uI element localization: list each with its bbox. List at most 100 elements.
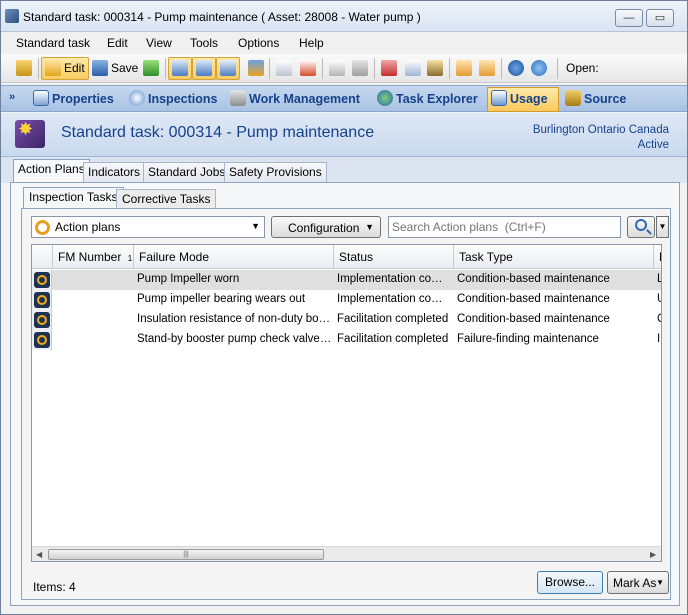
nav-task-explorer-label: Task Explorer bbox=[396, 92, 478, 106]
cell-task-type: Failure-finding maintenance bbox=[457, 333, 599, 345]
app-icon bbox=[5, 9, 19, 23]
maximize-button[interactable]: ▭ bbox=[646, 9, 674, 27]
search-options-dropdown[interactable]: ▼ bbox=[656, 216, 669, 238]
column-failure-mode[interactable]: Failure Mode bbox=[134, 245, 334, 269]
toolbar-separator bbox=[165, 58, 166, 79]
row-header bbox=[32, 270, 52, 290]
action-plan-icon bbox=[34, 312, 50, 328]
cell-re: Use bbox=[654, 290, 661, 310]
title-bar: Standard task: 000314 - Pump maintenance… bbox=[1, 1, 687, 32]
grid-header: FM Number 1 Failure Mode Status Task Typ… bbox=[32, 245, 661, 269]
windows-icon[interactable] bbox=[248, 60, 264, 76]
cell-re: Log bbox=[654, 270, 661, 290]
cell-failure-mode: Insulation resistance of non-duty booste… bbox=[137, 313, 332, 325]
column-task-type[interactable]: Task Type bbox=[454, 245, 654, 269]
tab-safety-provisions[interactable]: Safety Provisions bbox=[224, 162, 327, 182]
layout-list-icon bbox=[196, 60, 212, 76]
tab-indicators[interactable]: Indicators bbox=[83, 162, 146, 182]
paste-icon[interactable] bbox=[427, 60, 443, 76]
save-label[interactable]: Save bbox=[111, 61, 138, 75]
cell-status: Facilitation completed bbox=[337, 333, 449, 345]
column-fm-number-label: FM Number bbox=[58, 250, 122, 264]
subtab-corrective-tasks[interactable]: Corrective Tasks bbox=[116, 189, 217, 208]
cell-failure-mode: Pump Impeller worn bbox=[137, 273, 240, 285]
tab-strip: Action Plans Indicators Standard Jobs Sa… bbox=[1, 157, 687, 183]
search-input[interactable] bbox=[388, 216, 621, 238]
view-select[interactable]: Action plans ▼ bbox=[31, 216, 265, 238]
calculator-icon[interactable] bbox=[352, 60, 368, 76]
menu-edit[interactable]: Edit bbox=[107, 36, 128, 50]
action-plan-icon bbox=[34, 272, 50, 288]
column-fm-number[interactable]: FM Number 1 bbox=[53, 245, 134, 269]
configuration-button[interactable]: Configuration ▼ bbox=[271, 216, 381, 238]
view-select-value: Action plans bbox=[55, 220, 121, 234]
scroll-right-icon[interactable]: ▶ bbox=[650, 550, 656, 559]
sort-order-indicator: 1 bbox=[127, 254, 133, 263]
menu-view[interactable]: View bbox=[146, 36, 172, 50]
chevron-down-icon: ▼ bbox=[251, 221, 260, 231]
cut-icon[interactable] bbox=[381, 60, 397, 76]
help-icon[interactable] bbox=[508, 60, 524, 76]
save-icon[interactable] bbox=[92, 60, 108, 76]
tab-standard-jobs[interactable]: Standard Jobs bbox=[143, 162, 231, 182]
layout-split-icon bbox=[172, 60, 188, 76]
table-row[interactable]: Insulation resistance of non-duty booste… bbox=[32, 310, 661, 330]
scroll-left-icon[interactable]: ◀ bbox=[36, 550, 42, 559]
cell-status: Implementation completed bbox=[337, 273, 452, 285]
search-icon bbox=[635, 219, 647, 231]
status-text: Active bbox=[637, 139, 669, 151]
browse-button[interactable]: Browse... bbox=[537, 571, 603, 594]
nav-properties[interactable]: Properties bbox=[33, 90, 114, 109]
subtab-inspection-tasks[interactable]: Inspection Tasks bbox=[23, 187, 124, 209]
cell-status: Facilitation completed bbox=[337, 313, 449, 325]
report-icon[interactable] bbox=[300, 60, 316, 76]
find-icon bbox=[220, 60, 236, 76]
items-count: Items: 4 bbox=[33, 580, 76, 594]
horizontal-scrollbar[interactable]: ◀ ||| ▶ bbox=[32, 546, 661, 561]
cell-task-type: Condition-based maintenance bbox=[457, 293, 610, 305]
cell-re: Ins bbox=[657, 333, 661, 345]
menu-options[interactable]: Options bbox=[238, 36, 279, 50]
minimize-button[interactable]: — bbox=[615, 9, 643, 27]
copy-icon[interactable] bbox=[405, 60, 421, 76]
inspection-tasks-panel: Action plans ▼ Configuration ▼ ▼ FM Numb… bbox=[21, 208, 671, 600]
table-row[interactable]: Pump Impeller worn Implementation comple… bbox=[32, 270, 661, 290]
scrollbar-thumb[interactable]: ||| bbox=[48, 549, 324, 560]
table-row[interactable]: Pump impeller bearing wears out Implemen… bbox=[32, 290, 661, 310]
toolbar: Edit Save Open: bbox=[1, 54, 687, 83]
cell-status: Implementation completed bbox=[337, 293, 452, 305]
checklist-icon[interactable] bbox=[329, 60, 345, 76]
search-button[interactable] bbox=[627, 216, 655, 238]
expand-chevron-icon[interactable]: » bbox=[9, 91, 15, 103]
thumbs-down-icon[interactable] bbox=[479, 60, 495, 76]
location-text: Burlington Ontario Canada bbox=[532, 124, 669, 136]
toolbar-separator bbox=[449, 58, 450, 79]
row-header bbox=[32, 310, 52, 330]
nav-usage[interactable]: Usage bbox=[491, 90, 548, 109]
toolbar-separator bbox=[374, 58, 375, 79]
nav-source[interactable]: Source bbox=[565, 90, 626, 109]
table-row[interactable]: Stand-by booster pump check valve jammed… bbox=[32, 330, 661, 350]
nav-work-management[interactable]: Work Management bbox=[230, 90, 360, 109]
info-icon[interactable] bbox=[531, 60, 547, 76]
column-status[interactable]: Status bbox=[334, 245, 454, 269]
menu-bar: Standard task Edit View Tools Options He… bbox=[1, 32, 687, 54]
menu-help[interactable]: Help bbox=[299, 36, 324, 50]
tab-action-plans[interactable]: Action Plans bbox=[13, 159, 90, 183]
column-re[interactable]: Re bbox=[654, 245, 661, 269]
inspections-icon bbox=[129, 90, 145, 106]
source-box-icon bbox=[565, 90, 581, 106]
nav-inspections[interactable]: Inspections bbox=[129, 90, 217, 109]
edit-label: Edit bbox=[64, 61, 85, 75]
mark-as-button[interactable]: Mark As ▼ bbox=[607, 571, 669, 594]
thumbs-up-icon[interactable] bbox=[456, 60, 472, 76]
toolbar-separator bbox=[557, 58, 558, 79]
refresh-icon[interactable] bbox=[143, 60, 159, 76]
nav-task-explorer[interactable]: Task Explorer bbox=[377, 90, 478, 109]
chevron-down-icon: ▼ bbox=[365, 222, 374, 232]
note-icon[interactable] bbox=[276, 60, 292, 76]
toolbar-separator bbox=[501, 58, 502, 79]
open-folder-icon[interactable] bbox=[16, 60, 32, 76]
menu-tools[interactable]: Tools bbox=[190, 36, 218, 50]
menu-standard-task[interactable]: Standard task bbox=[16, 36, 90, 50]
